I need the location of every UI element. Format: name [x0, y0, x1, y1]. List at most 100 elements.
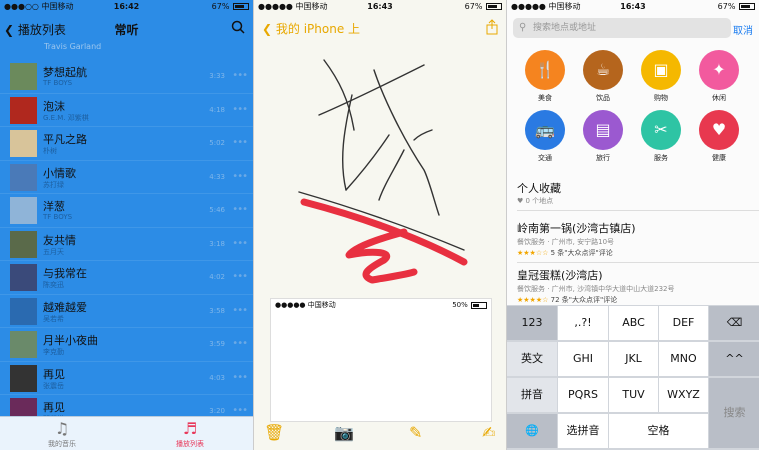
category-icon: ☕ [583, 50, 623, 90]
key[interactable]: ,.?! [558, 306, 608, 340]
category-4[interactable]: ✦ 休闲 [697, 50, 741, 103]
song-artist: 朴树 [43, 147, 57, 155]
more-icon[interactable]: ••• [232, 305, 248, 316]
song-row[interactable]: 泡沫 G.E.M. 邓紫棋 4:18 ••• [0, 94, 253, 127]
category-1[interactable]: 🍴 美食 [523, 50, 567, 103]
key[interactable]: ⌫ [709, 306, 759, 340]
tab-playlists[interactable]: ♬ 播放列表 [150, 419, 230, 449]
more-icon[interactable]: ••• [232, 204, 248, 215]
key[interactable]: DEF [659, 306, 708, 340]
category-label: 健康 [712, 154, 726, 162]
song-title: 泡沫 [43, 99, 65, 113]
song-row[interactable]: 再见 张震岳 4:03 ••• [0, 362, 253, 395]
category-8[interactable]: ♥ 健康 [697, 110, 741, 163]
more-icon[interactable]: ••• [232, 338, 248, 349]
share-icon[interactable] [486, 19, 498, 35]
star-rating: ★★★★☆ [517, 296, 549, 304]
cancel-button[interactable]: 取消 [733, 22, 753, 37]
more-icon[interactable]: ••• [232, 137, 248, 148]
more-icon[interactable]: ••• [232, 405, 248, 416]
search-key[interactable]: 搜索 [709, 378, 759, 448]
song-artist: 陈奕迅 [43, 281, 64, 289]
song-row[interactable]: 月半小夜曲 李克勤 3:59 ••• [0, 328, 253, 362]
song-title: 与我常在 [43, 267, 87, 280]
key[interactable]: GHI [558, 342, 608, 376]
song-row[interactable]: 小情歌 苏打绿 4:33 ••• [0, 161, 253, 194]
category-label: 休闲 [712, 94, 726, 102]
song-row[interactable]: 友共情 五月天 3:18 ••• [0, 228, 253, 261]
more-icon[interactable]: ••• [232, 271, 248, 282]
more-icon[interactable]: ••• [232, 104, 248, 115]
album-art [10, 163, 37, 191]
song-artist: 五月天 [43, 247, 64, 256]
search-icon[interactable] [231, 20, 245, 34]
key[interactable]: ^^ [709, 342, 759, 376]
song-row[interactable]: 洋葱 TF BOYS 5:46 ••• [0, 194, 253, 228]
category-2[interactable]: ☕ 饮品 [581, 50, 625, 103]
space-key[interactable]: 空格 [609, 414, 708, 448]
key[interactable]: 选拼音 [558, 414, 608, 448]
compose-icon[interactable]: ✍ [482, 423, 495, 442]
album-art [10, 63, 37, 90]
album-art [10, 230, 37, 258]
song-row[interactable]: 平凡之路 朴树 5:02 ••• [0, 127, 253, 161]
tab-bar: ♫ 我的音乐 ♬ 播放列表 [0, 416, 253, 450]
key[interactable]: ABC [609, 306, 658, 340]
category-icon: ▤ [583, 110, 623, 150]
category-7[interactable]: ✂ 服务 [639, 110, 683, 163]
album-art [10, 297, 37, 325]
key[interactable]: 拼音 [507, 378, 557, 412]
handwriting-sketch[interactable] [254, 40, 506, 290]
key[interactable]: WXYZ [659, 378, 708, 412]
status-bar: ●●●●● 中国移动 16:43 67% [507, 0, 759, 14]
search-input[interactable]: ⚲ 搜索地点或地址 [513, 18, 731, 38]
favorites-title[interactable]: 个人收藏 [517, 180, 561, 196]
category-3[interactable]: ▣ 购物 [639, 50, 683, 103]
pen-icon[interactable]: ✎ [409, 423, 422, 442]
song-row[interactable]: 与我常在 陈奕迅 4:02 ••• [0, 261, 253, 295]
album-art [10, 264, 37, 291]
album-art [10, 364, 37, 392]
key[interactable]: JKL [609, 342, 658, 376]
song-duration: 3:33 [209, 72, 225, 80]
more-icon[interactable]: ••• [232, 70, 248, 81]
tab-label: 我的音乐 [48, 440, 76, 448]
battery-icon [739, 3, 755, 10]
key[interactable]: PQRS [558, 378, 608, 412]
tab-my-music[interactable]: ♫ 我的音乐 [22, 419, 102, 449]
camera-icon[interactable]: 📷 [334, 423, 354, 442]
battery: 67% [212, 0, 249, 14]
category-label: 美食 [538, 94, 552, 102]
globe-key[interactable]: 🌐 [507, 414, 557, 448]
category-6[interactable]: ▤ 旅行 [581, 110, 625, 163]
battery: 67% [465, 0, 502, 14]
song-artist: G.E.M. 邓紫棋 [43, 113, 89, 122]
key[interactable]: TUV [609, 378, 658, 412]
trash-icon[interactable]: 🗑 [264, 423, 284, 442]
song-duration: 4:02 [209, 273, 225, 281]
category-label: 服务 [654, 154, 668, 162]
result-item[interactable]: 岭南第一锅(沙湾古镇店) 餐饮服务 · 广州市, 安宁路10号 ★★★☆☆ 5 … [517, 220, 759, 258]
more-icon[interactable]: ••• [232, 171, 248, 182]
key[interactable]: 123 [507, 306, 557, 340]
song-artist: 张震岳 [43, 381, 64, 390]
category-label: 交通 [538, 154, 552, 162]
review-count: 72 条"大众点评"评论 [550, 296, 618, 304]
music-panel: ●●●○○ 中国移动 16:42 67% ❮ 播放列表 常听 Travis Ga… [0, 0, 253, 450]
song-row[interactable]: 越难越爱 吴若希 3:58 ••• [0, 295, 253, 328]
back-button[interactable]: ❮ 我的 iPhone 上 [262, 20, 360, 37]
key[interactable]: MNO [659, 342, 708, 376]
category-5[interactable]: 🚌 交通 [523, 110, 567, 163]
key[interactable]: 英文 [507, 342, 557, 376]
playlist-icon: ♬ [182, 419, 198, 438]
song-row[interactable]: 梦想起航 TF BOYS 3:33 ••• [0, 60, 253, 94]
status-bar: ●●●●● 中国移动 50% [271, 299, 491, 311]
result-item[interactable]: 皇冠蛋糕(沙湾店) 餐饮服务 · 广州市, 沙湾镇中华大道中山大道232号 ★★… [517, 267, 759, 305]
more-icon[interactable]: ••• [232, 238, 248, 249]
song-artist: TF BOYS [43, 213, 73, 221]
battery-icon [471, 301, 487, 309]
previous-artist: Travis Garland [44, 42, 102, 51]
more-icon[interactable]: ••• [232, 372, 248, 383]
category-label: 旅行 [596, 154, 610, 162]
music-note-icon: ♫ [54, 419, 70, 438]
